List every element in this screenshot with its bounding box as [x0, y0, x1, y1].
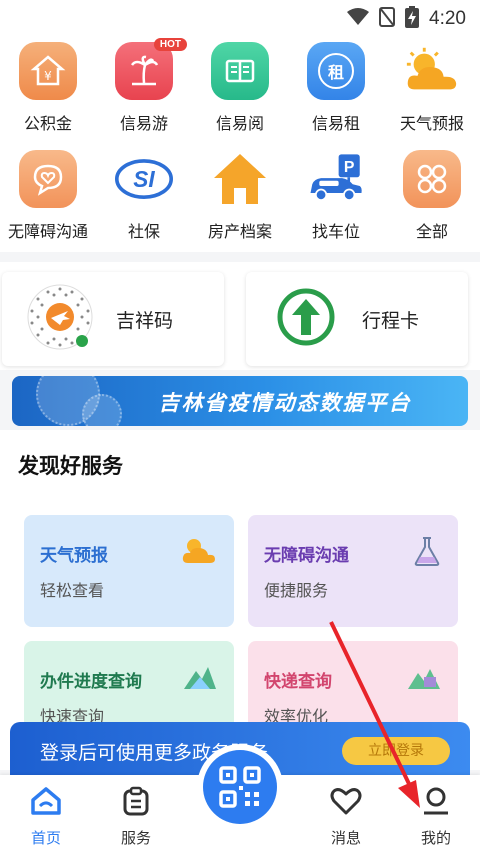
jixiang-qr-icon [26, 283, 94, 355]
heart-icon [330, 785, 362, 817]
tab-home[interactable]: 首页 [16, 775, 76, 853]
service-subtitle: 轻松查看 [40, 581, 105, 600]
no-sim-icon [379, 7, 396, 31]
social-security-logo: SI [115, 150, 173, 208]
banner-title: 吉林省疫情动态数据平台 [158, 391, 412, 415]
wifi-icon [347, 8, 370, 30]
xingcheng-label: 行程卡 [362, 309, 420, 332]
app-tianqi[interactable]: 天气预报 [384, 42, 480, 134]
jixiang-code-label: 吉祥码 [116, 309, 174, 332]
sun-cloud-icon [180, 535, 218, 571]
tab-service[interactable]: 服务 [106, 775, 166, 853]
code-cards: 吉祥码 行程卡 [0, 262, 480, 370]
app-xinyizu[interactable]: 租 信易租 [288, 42, 384, 134]
service-title: 快递查询 [264, 672, 332, 692]
grid-all-icon [403, 150, 461, 208]
parking-car-icon: P [307, 150, 365, 208]
book-icon [211, 42, 269, 100]
epidemic-banner[interactable]: 吉林省疫情动态数据平台 [12, 376, 468, 426]
app-label: 信易阅 [215, 114, 264, 133]
tab-label: 我的 [420, 829, 451, 847]
service-weather[interactable]: 天气预报 轻松查看 [24, 515, 234, 627]
hot-badge: HOT [153, 38, 187, 51]
xingcheng-card[interactable]: 行程卡 [246, 272, 468, 366]
app-label: 找车位 [311, 222, 360, 241]
status-bar: 4:20 [0, 0, 480, 34]
app-label: 天气预报 [399, 114, 464, 133]
app-zhaochewei[interactable]: P 找车位 [288, 150, 384, 242]
chat-heart-icon [19, 150, 77, 208]
qr-scan-button[interactable] [197, 744, 283, 830]
app-xinyiyou[interactable]: HOT 信易游 [96, 38, 192, 134]
app-xinyiyue[interactable]: 信易阅 [192, 42, 288, 134]
rent-glyph: 租 [318, 53, 354, 89]
mountain-chart-icon [182, 661, 218, 695]
home-icon [30, 785, 62, 817]
app-label: 公积金 [23, 114, 72, 133]
tab-messages[interactable]: 消息 [316, 775, 376, 853]
palm-tree-icon: HOT [115, 38, 187, 100]
app-gongjijin[interactable]: ¥ 公积金 [0, 42, 96, 134]
sun-cloud-icon [403, 42, 461, 100]
clock: 4:20 [429, 8, 466, 29]
login-button[interactable]: 立即登录 [342, 737, 450, 765]
tab-label: 消息 [330, 829, 361, 847]
app-label: 无障碍沟通 [7, 222, 88, 241]
app-label: 房产档案 [207, 222, 272, 241]
app-wuzhangai[interactable]: 无障碍沟通 [0, 150, 96, 242]
app-label: 社保 [127, 222, 160, 241]
service-title: 无障碍沟通 [264, 546, 349, 566]
service-title: 办件进度查询 [40, 672, 142, 692]
app-label: 全部 [415, 222, 448, 241]
app-label: 信易游 [119, 114, 168, 133]
tab-mine[interactable]: 我的 [406, 775, 466, 853]
svg-text:¥: ¥ [44, 69, 52, 83]
qr-code-icon [203, 750, 277, 824]
app-quanbu[interactable]: 全部 [384, 150, 480, 242]
house-coin-icon: ¥ [19, 42, 77, 100]
jixiang-code-card[interactable]: 吉祥码 [2, 272, 224, 366]
service-title: 天气预报 [40, 546, 108, 566]
app-shebao[interactable]: SI 社保 [96, 150, 192, 242]
user-icon [420, 785, 452, 817]
section-title: 发现好服务 [18, 454, 123, 478]
tab-label: 服务 [120, 829, 151, 847]
app-fangchan[interactable]: 房产档案 [192, 150, 288, 242]
house-icon [211, 150, 269, 208]
parking-glyph: P [344, 159, 355, 176]
flask-icon [412, 535, 442, 571]
up-arrow-circle-icon [276, 287, 336, 351]
service-icon [122, 785, 150, 817]
status-icons: 4:20 [347, 6, 466, 32]
battery-charging-icon [405, 6, 420, 32]
tab-label: 首页 [30, 829, 61, 847]
service-subtitle: 便捷服务 [264, 581, 329, 600]
rent-icon: 租 [307, 42, 365, 100]
shebao-glyph: SI [133, 166, 155, 192]
app-grid: ¥ 公积金 HOT 信易游 信易阅 租 信易租 天气预报 无障碍沟通 SI 社保… [0, 34, 480, 252]
parcel-icon [406, 661, 442, 695]
app-label: 信易租 [311, 114, 360, 133]
discover-services: 发现好服务 天气预报 轻松查看 无障碍沟通 便捷服务 办件进度查询 快速查询 快… [0, 430, 480, 770]
service-accessibility[interactable]: 无障碍沟通 便捷服务 [248, 515, 458, 627]
